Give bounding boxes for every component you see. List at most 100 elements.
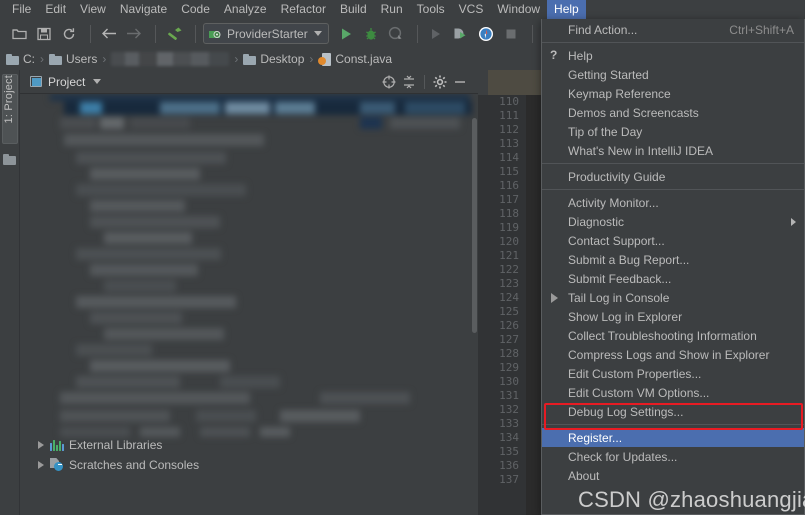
scratches-icon	[50, 458, 64, 471]
menu-item-about[interactable]: About	[542, 466, 804, 485]
open-folder-icon[interactable]	[8, 23, 30, 45]
menu-item-find-action[interactable]: Find Action... Ctrl+Shift+A	[542, 20, 804, 39]
menu-separator	[542, 189, 804, 190]
line-number: 134	[499, 431, 519, 444]
menu-window[interactable]: Window	[490, 0, 547, 19]
menu-help[interactable]: Help	[547, 0, 586, 19]
sidebar-item-label: 1: Project	[3, 75, 15, 124]
search-everywhere-icon[interactable]	[475, 23, 497, 45]
rerun-icon[interactable]	[425, 23, 447, 45]
back-arrow-icon[interactable]	[98, 23, 120, 45]
build-hammer-icon[interactable]	[163, 23, 185, 45]
line-number: 123	[499, 277, 519, 290]
menu-item-debug-log-settings[interactable]: Debug Log Settings...	[542, 402, 804, 421]
line-number: 114	[499, 151, 519, 164]
tree-item-label: External Libraries	[69, 437, 163, 452]
scroll-from-source-icon[interactable]	[379, 72, 399, 92]
menu-item-label: Check for Updates...	[568, 449, 678, 464]
breadcrumb-separator: ›	[102, 52, 107, 66]
debug-bug-icon[interactable]	[360, 23, 382, 45]
line-number: 120	[499, 235, 519, 248]
menu-item-register[interactable]: Register...	[542, 428, 804, 447]
run-config-icon	[208, 27, 223, 40]
toolbar-separator-3	[195, 24, 196, 43]
menu-item-diagnostic[interactable]: Diagnostic	[542, 212, 804, 231]
hide-minimize-icon[interactable]	[450, 72, 470, 92]
menu-item-check-for-updates[interactable]: Check for Updates...	[542, 447, 804, 466]
line-number: 126	[499, 319, 519, 332]
menu-item-submit-bug-report[interactable]: Submit a Bug Report...	[542, 250, 804, 269]
breadcrumb-item-file[interactable]: Const.java	[318, 52, 392, 66]
line-number: 132	[499, 403, 519, 416]
menu-item-label: Keymap Reference	[568, 86, 671, 101]
menu-code[interactable]: Code	[174, 0, 217, 19]
run-play-icon[interactable]	[335, 23, 357, 45]
menu-refactor[interactable]: Refactor	[274, 0, 333, 19]
menu-item-productivity-guide[interactable]: Productivity Guide	[542, 167, 804, 186]
action-separator	[424, 74, 425, 89]
menu-item-tail-log-in-console[interactable]: Tail Log in Console	[542, 288, 804, 307]
menu-separator	[542, 424, 804, 425]
menu-item-edit-custom-properties[interactable]: Edit Custom Properties...	[542, 364, 804, 383]
breadcrumb-item-desktop[interactable]: Desktop	[243, 52, 304, 66]
project-tree[interactable]	[20, 94, 478, 449]
tree-item-external-libraries[interactable]: External Libraries	[38, 436, 162, 453]
menu-item-compress-logs[interactable]: Compress Logs and Show in Explorer	[542, 345, 804, 364]
line-number: 122	[499, 263, 519, 276]
scrollbar-thumb[interactable]	[472, 118, 477, 333]
menu-file[interactable]: File	[5, 0, 38, 19]
stop-icon[interactable]	[500, 23, 522, 45]
editor-gutter[interactable]: 110 111 112 113 114 115 116 117 118 119 …	[478, 95, 526, 515]
menu-item-label: Edit Custom VM Options...	[568, 385, 710, 400]
menu-build[interactable]: Build	[333, 0, 374, 19]
collapse-all-icon[interactable]	[399, 72, 419, 92]
menu-bar: File Edit View Navigate Code Analyze Ref…	[0, 0, 805, 19]
line-number: 129	[499, 361, 519, 374]
menu-item-submit-feedback[interactable]: Submit Feedback...	[542, 269, 804, 288]
structure-folder-icon[interactable]	[3, 154, 16, 165]
profile-icon[interactable]	[450, 23, 472, 45]
menu-view[interactable]: View	[73, 0, 113, 19]
menu-item-keymap-reference[interactable]: Keymap Reference	[542, 84, 804, 103]
menu-item-label: Edit Custom Properties...	[568, 366, 702, 381]
menu-item-label: What's New in IntelliJ IDEA	[568, 143, 714, 158]
run-with-coverage-icon[interactable]	[385, 23, 407, 45]
menu-item-tip-of-the-day[interactable]: Tip of the Day	[542, 122, 804, 141]
menu-item-whats-new[interactable]: What's New in IntelliJ IDEA	[542, 141, 804, 160]
line-number: 113	[499, 137, 519, 150]
line-number: 125	[499, 305, 519, 318]
collapsed-triangle-icon[interactable]	[38, 440, 44, 449]
settings-gear-icon[interactable]	[430, 72, 450, 92]
project-tree-scrollbar[interactable]	[470, 118, 478, 408]
forward-arrow-icon[interactable]	[123, 23, 145, 45]
chevron-down-icon[interactable]	[313, 31, 322, 36]
save-icon[interactable]	[33, 23, 55, 45]
breadcrumb-item-redacted[interactable]	[111, 52, 230, 66]
menu-item-label: Tip of the Day	[568, 124, 643, 139]
menu-item-activity-monitor[interactable]: Activity Monitor...	[542, 193, 804, 212]
run-config-label: ProviderStarter	[227, 26, 308, 41]
menu-edit[interactable]: Edit	[38, 0, 73, 19]
menu-run[interactable]: Run	[374, 0, 410, 19]
menu-analyze[interactable]: Analyze	[217, 0, 274, 19]
run-configuration-selector[interactable]: ProviderStarter	[203, 23, 329, 44]
collapsed-triangle-icon[interactable]	[38, 460, 44, 469]
menu-item-help[interactable]: ? Help	[542, 46, 804, 65]
menu-item-label: Help	[568, 48, 593, 63]
breadcrumb-item-users[interactable]: Users	[49, 52, 97, 66]
menu-tools[interactable]: Tools	[410, 0, 452, 19]
tree-item-scratches-and-consoles[interactable]: Scratches and Consoles	[38, 456, 199, 473]
menu-vcs[interactable]: VCS	[452, 0, 491, 19]
menu-item-show-log-in-explorer[interactable]: Show Log in Explorer	[542, 307, 804, 326]
menu-item-contact-support[interactable]: Contact Support...	[542, 231, 804, 250]
chevron-down-icon[interactable]	[93, 79, 102, 84]
menu-item-edit-custom-vm-options[interactable]: Edit Custom VM Options...	[542, 383, 804, 402]
sync-icon[interactable]	[58, 23, 80, 45]
menu-navigate[interactable]: Navigate	[113, 0, 174, 19]
sidebar-item-project[interactable]: 1: Project	[2, 74, 18, 144]
menu-item-collect-troubleshooting-information[interactable]: Collect Troubleshooting Information	[542, 326, 804, 345]
menu-item-getting-started[interactable]: Getting Started	[542, 65, 804, 84]
menu-item-demos-and-screencasts[interactable]: Demos and Screencasts	[542, 103, 804, 122]
menu-item-label: Show Log in Explorer	[568, 309, 683, 324]
breadcrumb-item-c[interactable]: C:	[6, 52, 35, 66]
